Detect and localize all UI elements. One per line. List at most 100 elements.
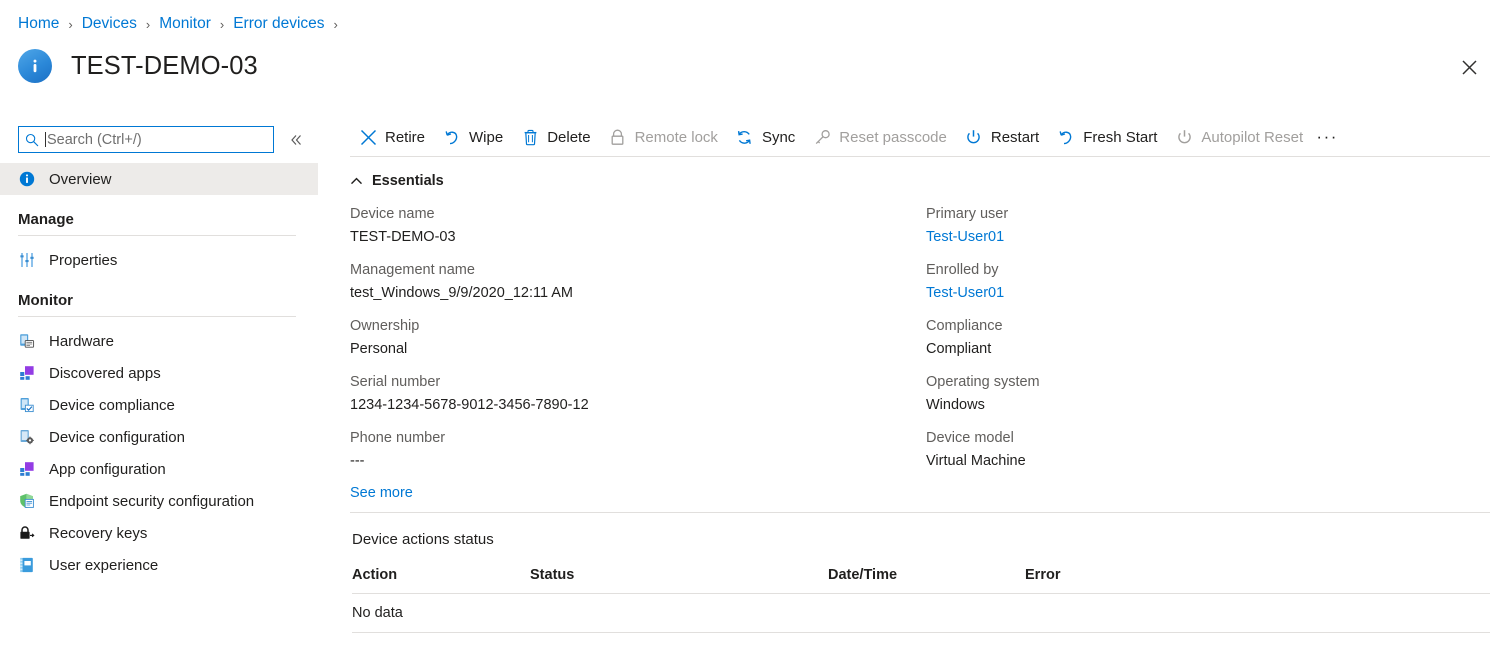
sidebar-group-title: Monitor	[18, 292, 296, 316]
sidebar-item-device-configuration[interactable]: Device configuration	[0, 421, 318, 453]
sidebar-item-hardware[interactable]: Hardware	[0, 325, 318, 357]
sidebar-item-user-experience[interactable]: User experience	[0, 549, 318, 581]
breadcrumb-item-home[interactable]: Home	[18, 15, 59, 33]
wipe-button[interactable]: Wipe	[434, 121, 512, 153]
essentials-column-right: Primary user Test-User01 Enrolled by Tes…	[926, 205, 1486, 501]
close-icon[interactable]	[1452, 52, 1486, 82]
sidebar-item-discovered-apps[interactable]: Discovered apps	[0, 357, 318, 389]
undo-icon	[1057, 128, 1075, 146]
essentials-field-ownership: Ownership Personal	[350, 317, 926, 359]
empty-state-text: No data	[352, 605, 530, 621]
main-content: Retire Wipe	[340, 118, 1498, 672]
trash-icon	[521, 128, 539, 146]
sidebar-item-endpoint-security-configuration[interactable]: Endpoint security configuration	[0, 485, 318, 517]
app-configuration-icon	[18, 461, 35, 478]
power-icon	[965, 128, 983, 146]
undo-icon	[443, 128, 461, 146]
delete-button[interactable]: Delete	[512, 121, 599, 153]
essentials-field-compliance: Compliance Compliant	[926, 317, 1486, 359]
column-header-action[interactable]: Action	[352, 567, 530, 583]
sidebar-item-device-compliance[interactable]: Device compliance	[0, 389, 318, 421]
field-value: Personal	[350, 339, 926, 359]
breadcrumb-item-monitor[interactable]: Monitor	[159, 15, 211, 33]
field-value: ---	[350, 451, 926, 471]
sidebar-item-app-configuration[interactable]: App configuration	[0, 453, 318, 485]
cmd-label: Sync	[762, 129, 795, 146]
cmd-label: Wipe	[469, 129, 503, 146]
collapse-sidebar-icon[interactable]	[285, 129, 307, 151]
column-header-datetime[interactable]: Date/Time	[828, 567, 1025, 583]
sidebar-search-row: Search (Ctrl+/)	[0, 118, 318, 153]
essentials-field-management-name: Management name test_Windows_9/9/2020_12…	[350, 261, 926, 303]
reset-passcode-button[interactable]: Reset passcode	[804, 121, 956, 153]
restart-button[interactable]: Restart	[956, 121, 1048, 153]
field-label: Serial number	[350, 373, 926, 392]
breadcrumb: Home › Devices › Monitor › Error devices…	[18, 15, 347, 33]
sidebar-item-label: User experience	[49, 557, 158, 574]
retire-button[interactable]: Retire	[350, 121, 434, 153]
field-label: Phone number	[350, 429, 926, 448]
field-value-link[interactable]: Test-User01	[926, 283, 1004, 303]
shield-icon	[18, 493, 35, 510]
device-overview-page: Home › Devices › Monitor › Error devices…	[0, 0, 1498, 672]
sidebar-item-label: Hardware	[49, 333, 114, 350]
page-title: TEST-DEMO-03	[71, 52, 258, 81]
field-value: test_Windows_9/9/2020_12:11 AM	[350, 283, 926, 303]
breadcrumb-item-devices[interactable]: Devices	[82, 15, 137, 33]
search-placeholder: Search (Ctrl+/)	[47, 132, 142, 148]
field-value-link[interactable]: Test-User01	[926, 227, 1004, 247]
field-value: TEST-DEMO-03	[350, 227, 926, 247]
cmd-label: Restart	[991, 129, 1039, 146]
x-icon	[359, 128, 377, 146]
lock-icon	[609, 128, 627, 146]
breadcrumb-separator: ›	[220, 17, 224, 32]
notebook-icon	[18, 557, 35, 574]
essentials-toggle[interactable]: Essentials	[350, 173, 444, 189]
essentials-grid: Device name TEST-DEMO-03 Management name…	[350, 205, 1498, 501]
sync-button[interactable]: Sync	[727, 121, 804, 153]
device-configuration-icon	[18, 429, 35, 446]
essentials-field-primary-user: Primary user Test-User01	[926, 205, 1486, 247]
lock-key-icon	[18, 525, 35, 542]
field-value: Compliant	[926, 339, 1486, 359]
field-label: Device model	[926, 429, 1486, 448]
device-compliance-icon	[18, 397, 35, 414]
breadcrumb-separator: ›	[68, 17, 72, 32]
sidebar-item-properties[interactable]: Properties	[0, 244, 318, 276]
field-label: Primary user	[926, 205, 1486, 224]
search-input[interactable]: Search (Ctrl+/)	[18, 126, 274, 153]
autopilot-reset-button[interactable]: Autopilot Reset	[1166, 121, 1312, 153]
field-label: Operating system	[926, 373, 1486, 392]
apps-icon	[18, 365, 35, 382]
breadcrumb-separator: ›	[146, 17, 150, 32]
info-circle-icon	[18, 49, 52, 83]
field-label: Compliance	[926, 317, 1486, 336]
sidebar-item-label: Device compliance	[49, 397, 175, 414]
sidebar-item-overview[interactable]: Overview	[0, 163, 318, 195]
see-more-link[interactable]: See more	[350, 485, 413, 501]
field-value: 1234-1234-5678-9012-3456-7890-12	[350, 395, 926, 415]
info-icon	[18, 171, 35, 188]
sidebar-group-monitor: Monitor	[0, 292, 318, 317]
fresh-start-button[interactable]: Fresh Start	[1048, 121, 1166, 153]
column-header-error[interactable]: Error	[1025, 567, 1205, 583]
sidebar-item-recovery-keys[interactable]: Recovery keys	[0, 517, 318, 549]
more-commands-button[interactable]: ···	[1312, 121, 1342, 153]
column-header-status[interactable]: Status	[530, 567, 828, 583]
sidebar-item-label: Overview	[49, 171, 112, 188]
remote-lock-button[interactable]: Remote lock	[600, 121, 727, 153]
field-value: Virtual Machine	[926, 451, 1486, 471]
field-label: Management name	[350, 261, 926, 280]
hardware-icon	[18, 333, 35, 350]
divider	[352, 632, 1490, 633]
essentials-heading: Essentials	[372, 173, 444, 189]
sidebar-group-title: Manage	[18, 211, 296, 235]
device-actions-status-section: Device actions status Action Status Date…	[340, 513, 1498, 633]
breadcrumb-item-error-devices[interactable]: Error devices	[233, 15, 324, 33]
essentials-field-enrolled-by: Enrolled by Test-User01	[926, 261, 1486, 303]
power-icon	[1175, 128, 1193, 146]
field-label: Enrolled by	[926, 261, 1486, 280]
page-header: TEST-DEMO-03	[18, 49, 258, 83]
search-icon	[19, 133, 45, 147]
divider	[18, 235, 296, 236]
